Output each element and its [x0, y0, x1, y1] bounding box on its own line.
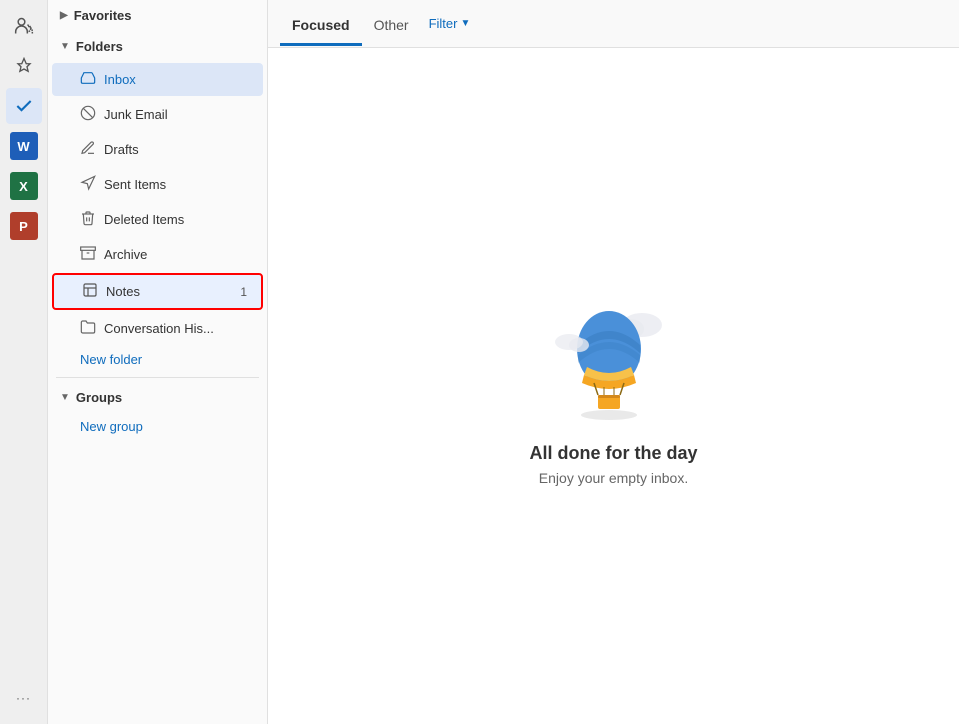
powerpoint-icon: P — [10, 212, 38, 240]
groups-label: Groups — [76, 390, 122, 405]
notes-icon — [82, 282, 98, 301]
inbox-label: Inbox — [104, 72, 136, 87]
notes-label: Notes — [106, 284, 140, 299]
sidebar-item-drafts[interactable]: Drafts — [52, 133, 263, 166]
filter-chevron-icon: ▼ — [460, 18, 470, 29]
sidebar-item-conversation[interactable]: Conversation His... — [52, 312, 263, 345]
conversation-label: Conversation His... — [104, 321, 214, 336]
groups-chevron: ▼ — [60, 392, 70, 403]
sent-icon — [80, 175, 96, 194]
excel-app-icon[interactable]: X — [6, 168, 42, 204]
word-app-icon[interactable]: W — [6, 128, 42, 164]
junk-icon — [80, 105, 96, 124]
tab-other[interactable]: Other — [362, 3, 421, 46]
tab-bar: Focused Other Filter ▼ — [268, 0, 959, 48]
checkmark-icon[interactable] — [6, 88, 42, 124]
powerpoint-app-icon[interactable]: P — [6, 208, 42, 244]
tab-focused[interactable]: Focused — [280, 3, 362, 46]
sidebar-item-junk[interactable]: Junk Email — [52, 98, 263, 131]
more-apps-icon[interactable]: ··· — [6, 680, 42, 716]
inbox-empty-state: All done for the day Enjoy your empty in… — [268, 48, 959, 724]
junk-label: Junk Email — [104, 107, 168, 122]
deleted-icon — [80, 210, 96, 229]
drafts-label: Drafts — [104, 142, 139, 157]
sent-label: Sent Items — [104, 177, 166, 192]
archive-label: Archive — [104, 247, 147, 262]
favorites-chevron: ▶ — [60, 10, 68, 21]
sidebar-item-sent[interactable]: Sent Items — [52, 168, 263, 201]
folders-chevron: ▼ — [60, 41, 70, 52]
new-folder-link[interactable]: New folder — [48, 346, 267, 373]
filter-button[interactable]: Filter ▼ — [429, 16, 471, 31]
empty-inbox-subtitle: Enjoy your empty inbox. — [539, 470, 688, 486]
drafts-icon — [80, 140, 96, 159]
sidebar: ▶ Favorites ▼ Folders Inbox Junk Email — [48, 0, 268, 724]
archive-icon — [80, 245, 96, 264]
word-icon: W — [10, 132, 38, 160]
balloon-illustration — [554, 287, 674, 427]
pin-icon[interactable] — [6, 48, 42, 84]
sidebar-item-inbox[interactable]: Inbox — [52, 63, 263, 96]
folders-label: Folders — [76, 39, 123, 54]
favorites-section[interactable]: ▶ Favorites — [48, 0, 267, 31]
sidebar-item-notes[interactable]: Notes 1 — [52, 273, 263, 310]
favorites-label: Favorites — [74, 8, 132, 23]
groups-section[interactable]: ▼ Groups — [48, 382, 267, 413]
sidebar-item-archive[interactable]: Archive — [52, 238, 263, 271]
folders-section[interactable]: ▼ Folders — [48, 31, 267, 62]
people-icon[interactable] — [6, 8, 42, 44]
deleted-label: Deleted Items — [104, 212, 184, 227]
conversation-icon — [80, 319, 96, 338]
divider — [56, 377, 259, 378]
notes-badge: 1 — [240, 285, 247, 299]
inbox-icon — [80, 70, 96, 89]
main-panel: Focused Other Filter ▼ — [268, 0, 959, 724]
icon-rail: W X P ··· — [0, 0, 48, 724]
excel-icon: X — [10, 172, 38, 200]
empty-inbox-title: All done for the day — [529, 443, 697, 464]
sidebar-item-deleted[interactable]: Deleted Items — [52, 203, 263, 236]
new-group-link[interactable]: New group — [48, 413, 267, 440]
